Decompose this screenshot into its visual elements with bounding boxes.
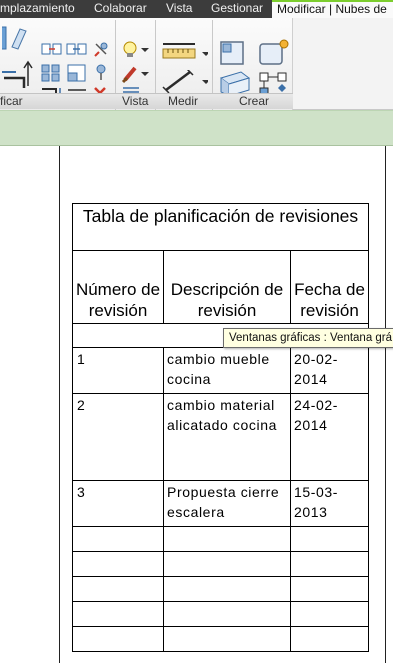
ribbon-panels: ficar Vista Medir Crear — [0, 18, 293, 110]
group-icon[interactable] — [217, 38, 249, 68]
column-header-description: Descripción de revisión — [163, 250, 291, 324]
create-similar-icon[interactable] — [256, 38, 290, 68]
panel-title-modificar: ficar — [0, 94, 23, 108]
empty-row — [72, 526, 370, 552]
revision-date: 15-03-2013 — [289, 480, 370, 527]
tab-modificar-nubes[interactable]: Modificar | Nubes de — [272, 0, 393, 18]
tab-vista[interactable]: Vista — [166, 0, 192, 18]
column-header-date: Fecha de revisión — [289, 250, 370, 324]
unpin-icon[interactable] — [92, 41, 110, 59]
dimension-icon[interactable] — [160, 70, 208, 94]
panel-title-medir: Medir — [168, 94, 199, 108]
column-header-number: Número de revisión — [72, 250, 164, 324]
measure-icon[interactable] — [160, 40, 208, 66]
viewport-tooltip: Ventanas gráficas : Ventana grá — [223, 328, 393, 348]
table-row: 1 cambio mueble cocina 20-02-2014 — [72, 347, 370, 394]
revision-date: 24-02-2014 — [289, 393, 370, 481]
table-row: 2 cambio material alicatado cocina 24-02… — [72, 393, 370, 481]
scale-icon[interactable] — [66, 63, 88, 83]
tab-colaborar[interactable]: Colaborar — [94, 0, 147, 18]
revision-date: 20-02-2014 — [289, 347, 370, 394]
sheet-border-right — [385, 146, 386, 663]
lightbulb-icon[interactable] — [121, 40, 149, 60]
empty-row — [72, 626, 370, 652]
empty-row — [72, 576, 370, 602]
copy-icon[interactable] — [40, 41, 64, 57]
ribbon-tab-bar: mplazamiento Colaborar Vista Gestionar M… — [0, 0, 393, 18]
rotate-icon[interactable] — [66, 41, 88, 57]
schedule-title: Tabla de planificación de revisiones — [71, 203, 370, 251]
align-icon[interactable] — [0, 23, 30, 53]
tab-emplazamiento[interactable]: mplazamiento — [0, 0, 75, 18]
ribbon: ficar Vista Medir Crear — [0, 18, 393, 110]
revision-schedule[interactable]: Tabla de planificación de revisiones Núm… — [71, 203, 370, 652]
paintbrush-icon[interactable] — [121, 64, 149, 84]
table-row: 3 Propuesta cierre escalera 15-03-2013 — [72, 480, 370, 527]
panel-title-crear: Crear — [239, 94, 270, 108]
revision-number: 3 — [72, 480, 164, 527]
revision-number: 2 — [72, 393, 164, 481]
array-icon[interactable] — [40, 63, 62, 83]
revision-description: cambio mueble cocina — [163, 347, 291, 394]
split-move-icon[interactable] — [0, 58, 34, 90]
tab-gestionar[interactable]: Gestionar — [211, 0, 263, 18]
panel-title-vista: Vista — [122, 94, 149, 108]
revision-number: 1 — [72, 347, 164, 394]
sheet-border-left — [59, 146, 60, 663]
empty-row — [72, 601, 370, 627]
revision-description: cambio material alicatado cocina — [163, 393, 291, 481]
revision-description: Propuesta cierre escalera — [163, 480, 291, 527]
empty-row — [72, 551, 370, 577]
pin-icon[interactable] — [92, 63, 110, 81]
options-bar — [0, 110, 393, 146]
